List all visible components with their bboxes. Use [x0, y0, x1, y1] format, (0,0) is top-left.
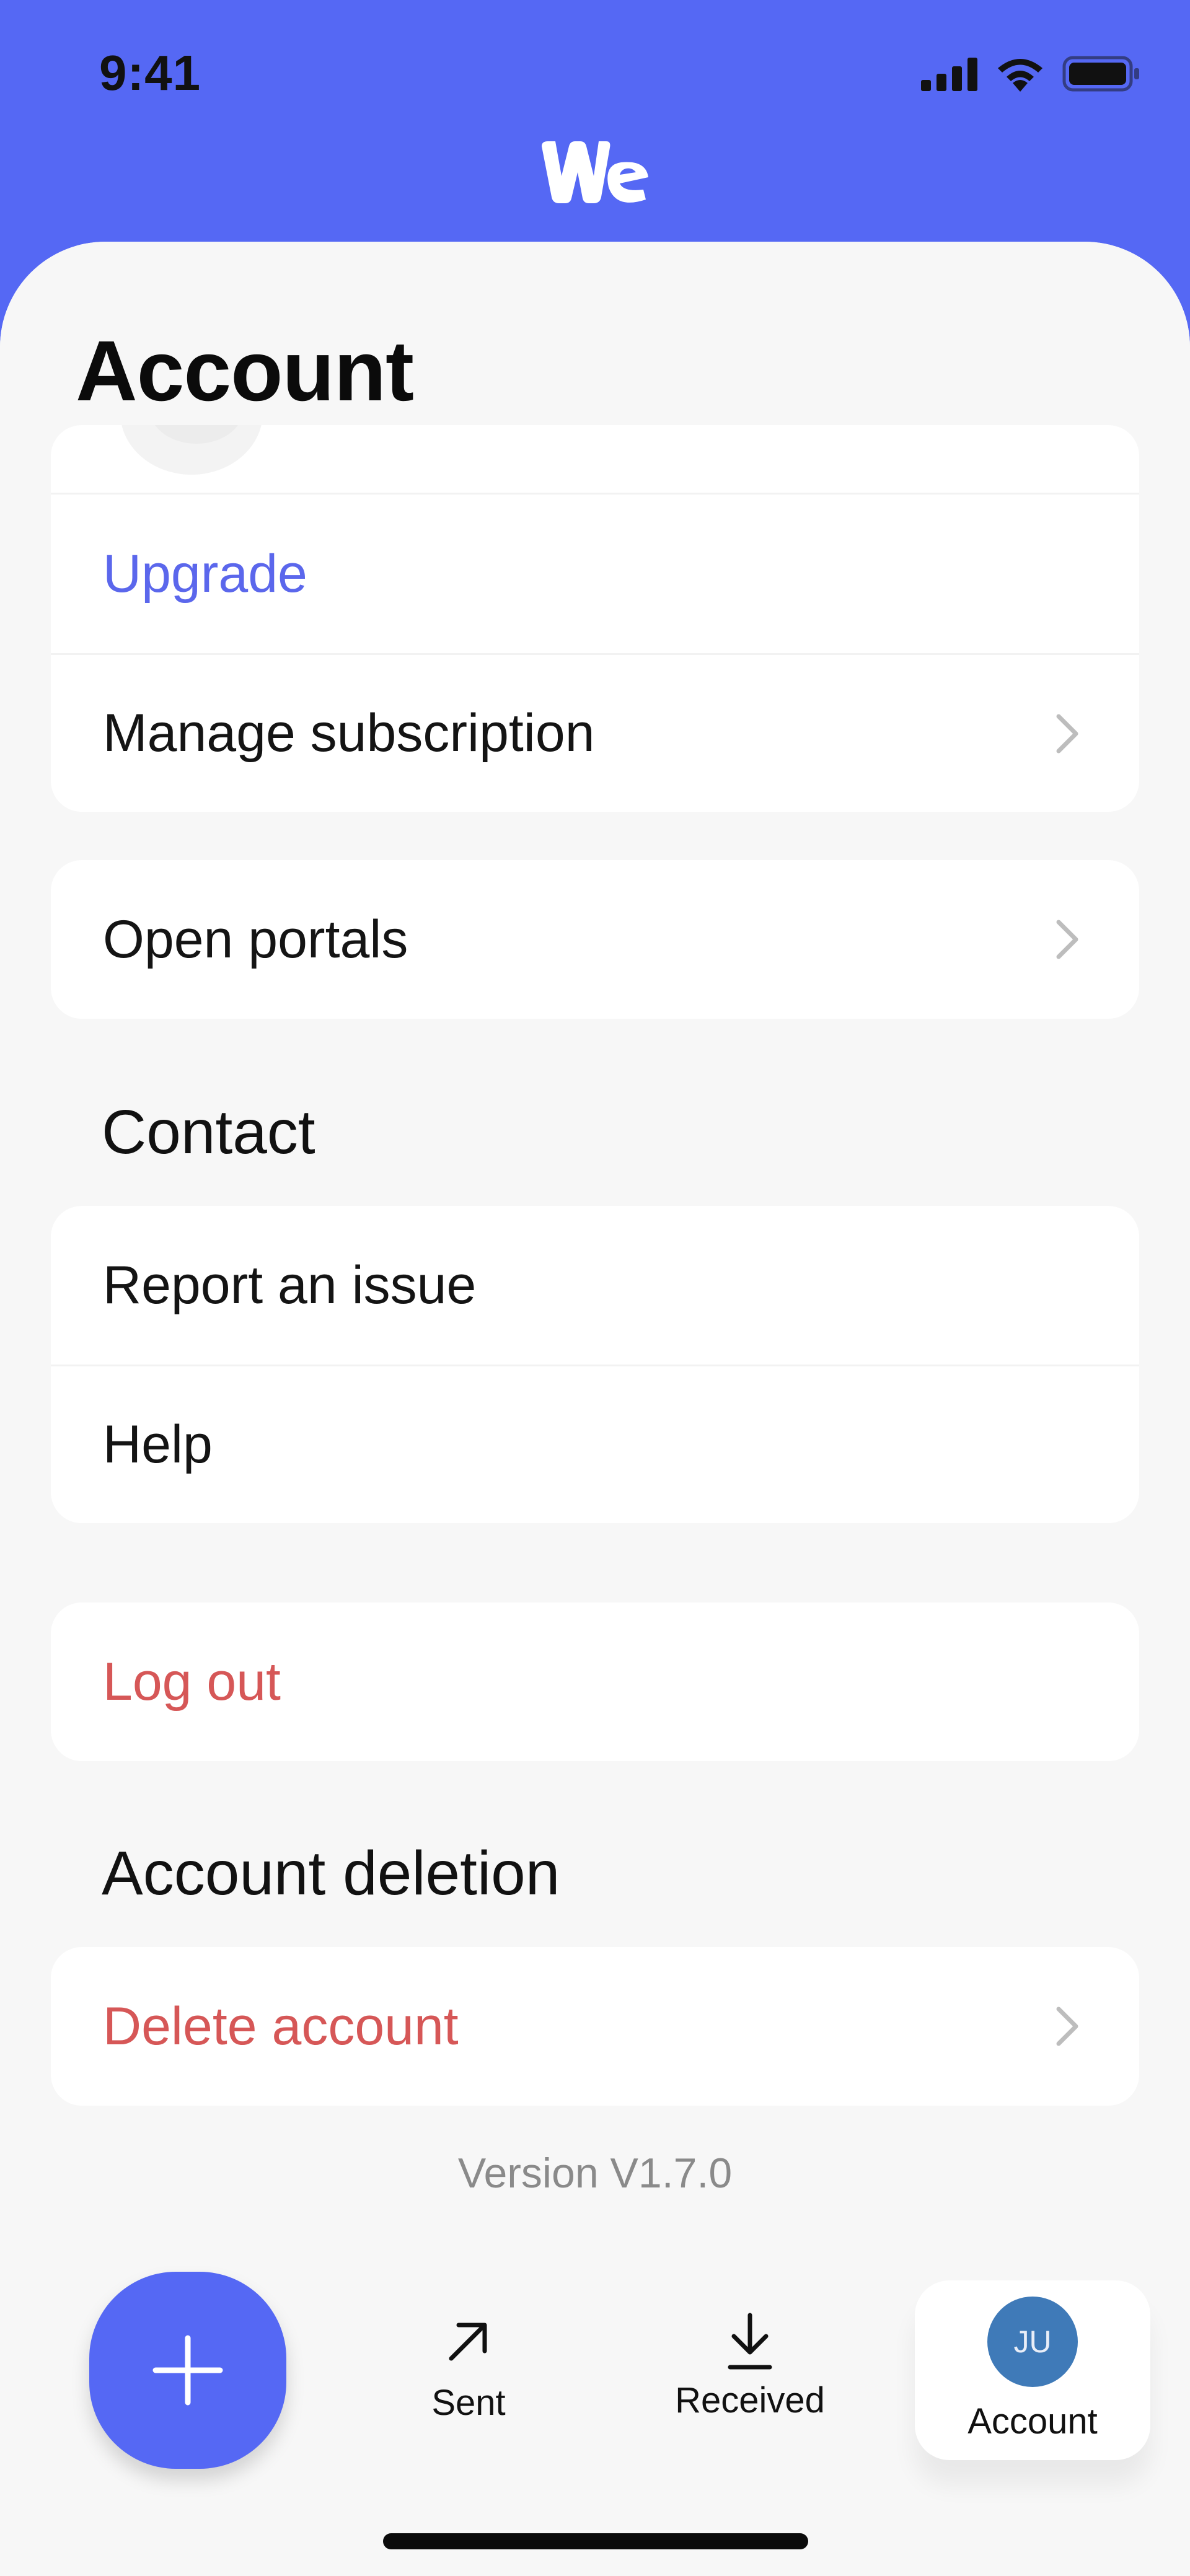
manage-subscription-row[interactable]: Manage subscription: [51, 653, 1139, 812]
logout-label: Log out: [103, 1651, 281, 1712]
avatar: JU: [987, 2297, 1078, 2387]
wifi-icon: [998, 59, 1042, 92]
upgrade-label: Upgrade: [103, 543, 307, 604]
delete-account-row[interactable]: Delete account: [51, 1947, 1139, 2106]
chevron-right-icon: [1056, 714, 1078, 753]
help-row[interactable]: Help: [51, 1365, 1139, 1523]
tab-received[interactable]: Received: [645, 2293, 855, 2454]
page-title: Account: [76, 323, 414, 419]
download-icon: [728, 2313, 772, 2370]
deletion-card: Delete account: [51, 1947, 1139, 2106]
arrow-up-right-icon: [449, 2323, 487, 2361]
upgrade-row[interactable]: Upgrade: [51, 495, 1139, 653]
open-portals-label: Open portals: [103, 909, 408, 969]
avatar-initials: JU: [1013, 2324, 1052, 2359]
chevron-right-icon: [1056, 2007, 1078, 2046]
tab-account[interactable]: JU Account: [927, 2297, 1138, 2458]
cellular-signal-icon: [921, 58, 977, 91]
add-transfer-button[interactable]: [89, 2272, 286, 2469]
report-issue-row[interactable]: Report an issue: [51, 1206, 1139, 1365]
status-time: 9:41: [99, 45, 201, 100]
contact-section-title: Contact: [102, 1097, 315, 1167]
tab-received-label: Received: [675, 2380, 825, 2420]
wetransfer-logo-icon: [542, 141, 648, 203]
subscription-card: Upgrade Manage subscription: [51, 425, 1139, 812]
manage-subscription-label: Manage subscription: [103, 703, 595, 763]
chevron-right-icon: [1056, 920, 1078, 959]
plus-icon: [152, 2335, 223, 2406]
open-portals-row[interactable]: Open portals: [51, 860, 1139, 1019]
tab-sent[interactable]: Sent: [363, 2293, 574, 2454]
account-deletion-section-title: Account deletion: [102, 1839, 560, 1908]
portals-card: Open portals: [51, 860, 1139, 1019]
tab-account-label: Account: [967, 2401, 1098, 2442]
help-label: Help: [103, 1415, 213, 1474]
home-indicator: [383, 2533, 808, 2549]
tab-sent-label: Sent: [431, 2383, 506, 2423]
battery-icon: [1062, 56, 1139, 92]
profile-row-clipped: [51, 425, 1139, 495]
report-issue-label: Report an issue: [103, 1255, 477, 1315]
delete-account-label: Delete account: [103, 1996, 459, 2056]
contact-card: Report an issue Help: [51, 1206, 1139, 1523]
version-label: Version V1.7.0: [457, 2150, 733, 2197]
status-icons: [921, 52, 1140, 95]
logout-card: Log out: [51, 1602, 1139, 1761]
logout-row[interactable]: Log out: [51, 1602, 1139, 1761]
